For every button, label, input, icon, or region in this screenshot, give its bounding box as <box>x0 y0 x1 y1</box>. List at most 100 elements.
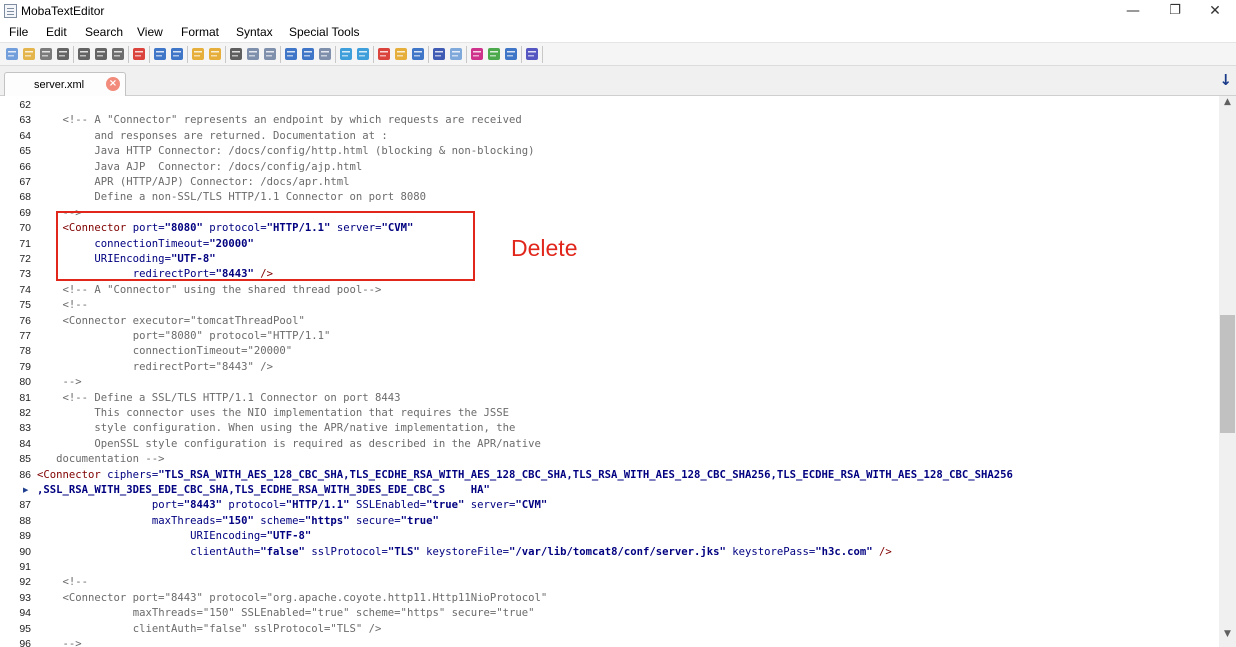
code-line: 90 clientAuth="false" sslProtocol="TLS" k… <box>0 545 1219 560</box>
menu-file[interactable]: File <box>9 25 28 39</box>
code-token: "UTF-8" <box>266 530 312 543</box>
code-text: This connector uses the NIO implementati… <box>94 406 509 421</box>
line-number: 68 <box>19 191 31 204</box>
menu-format[interactable]: Format <box>181 25 219 39</box>
code-token: <!-- A "Connector" using the shared thre… <box>62 283 382 296</box>
code-line: 93 <Connector port="8443" protocol="org.a… <box>0 591 1219 606</box>
close-window-button[interactable]: ✕ <box>1192 0 1236 22</box>
code-line: 84 OpenSSL style configuration is require… <box>0 437 1219 452</box>
code-line: 85 documentation --> <box>0 452 1219 467</box>
copy-icon[interactable] <box>245 46 261 62</box>
menu-special-tools[interactable]: Special Tools <box>289 25 360 39</box>
replace-icon[interactable] <box>317 46 333 62</box>
code-text: OpenSSL style configuration is required … <box>94 437 540 452</box>
toolbar-separator <box>542 46 543 63</box>
wrap-marker-icon: ▶ <box>23 486 29 494</box>
scroll-to-end-icon[interactable]: ↓ <box>1219 71 1232 89</box>
close-file-icon[interactable] <box>131 46 147 62</box>
scroll-up-arrow-icon[interactable]: ▲ <box>1219 97 1236 107</box>
bookmark-icon[interactable] <box>190 46 206 62</box>
line-number: 76 <box>19 314 31 327</box>
find-next-icon[interactable] <box>300 46 316 62</box>
code-line: 68 Define a non-SSL/TLS HTTP/1.1 Connecto… <box>0 190 1219 205</box>
code-token: Java AJP Connector: /docs/config/ajp.htm… <box>94 160 363 173</box>
new-file-icon[interactable] <box>4 46 20 62</box>
settings-icon[interactable] <box>503 46 519 62</box>
save-as-icon[interactable] <box>76 46 92 62</box>
find-icon[interactable] <box>283 46 299 62</box>
app-icon <box>4 4 17 18</box>
code-token: "true" <box>426 499 465 512</box>
color-icon[interactable] <box>376 46 392 62</box>
code-token: "h3c.com" <box>815 545 873 558</box>
toolbar-separator <box>521 46 522 63</box>
tab-close-icon[interactable]: × <box>106 77 120 91</box>
scroll-down-arrow-icon[interactable]: ▼ <box>1219 629 1236 639</box>
code-token: <!-- A "Connector" represents an endpoin… <box>62 114 522 127</box>
exit-icon[interactable] <box>524 46 540 62</box>
line-number: 86 <box>19 468 31 481</box>
pen-icon[interactable] <box>486 46 502 62</box>
paste-icon[interactable] <box>262 46 278 62</box>
code-text: and responses are returned. Documentatio… <box>94 129 387 144</box>
code-line: 89 URIEncoding="UTF-8" <box>0 529 1219 544</box>
title-bar: MobaTextEditor — ❐ ✕ <box>0 0 1236 22</box>
menu-search[interactable]: Search <box>85 25 123 39</box>
code-token: "8443" <box>183 499 222 512</box>
outdent-icon[interactable] <box>169 46 185 62</box>
cut-icon[interactable] <box>228 46 244 62</box>
code-line: 66 Java AJP Connector: /docs/config/ajp.h… <box>0 160 1219 175</box>
line-number: 75 <box>19 299 31 312</box>
menu-edit[interactable]: Edit <box>46 25 67 39</box>
save-all-icon[interactable] <box>93 46 109 62</box>
code-token: SSLEnabled= <box>349 499 427 512</box>
line-number: 72 <box>19 253 31 265</box>
menu-view[interactable]: View <box>137 25 163 39</box>
code-line: 96 --> <box>0 637 1219 647</box>
code-token: documentation --> <box>56 453 165 466</box>
code-token: maxThreads="150" SSLEnabled="true" schem… <box>132 607 535 620</box>
menu-syntax[interactable]: Syntax <box>236 25 273 39</box>
line-number: 85 <box>19 453 31 466</box>
indent-icon[interactable] <box>152 46 168 62</box>
paragraph-icon[interactable] <box>469 46 485 62</box>
syntax-icon[interactable] <box>393 46 409 62</box>
code-text: <!-- A "Connector" represents an endpoin… <box>63 113 522 128</box>
code-token: "false" <box>260 545 305 558</box>
code-text: <!-- <box>63 298 89 313</box>
scrollbar-thumb[interactable] <box>1220 315 1235 433</box>
code-text: connectionTimeout="20000" <box>133 344 292 359</box>
compare-icon[interactable] <box>338 46 354 62</box>
apple-icon[interactable] <box>410 46 426 62</box>
minimize-button[interactable]: — <box>1110 0 1156 22</box>
merge-icon[interactable] <box>355 46 371 62</box>
code-token: <Connector port="8443" protocol="org.apa… <box>62 591 548 604</box>
code-line: 87 port="8443" protocol="HTTP/1.1" SSLEna… <box>0 498 1219 513</box>
code-text: clientAuth="false" sslProtocol="TLS" key… <box>190 545 892 560</box>
toolbar-separator <box>73 46 74 63</box>
code-token: <!-- <box>62 299 89 312</box>
print-icon[interactable] <box>110 46 126 62</box>
code-line: 74 <!-- A "Connector" using the shared th… <box>0 283 1219 298</box>
line-number: 91 <box>19 561 31 573</box>
undo-icon[interactable] <box>431 46 447 62</box>
code-token: OpenSSL style configuration is required … <box>94 437 541 450</box>
code-text: style configuration. When using the APR/… <box>94 421 515 436</box>
editor-area[interactable]: 62 63 <!-- A "Connector" represents an end… <box>0 96 1219 647</box>
line-number: 82 <box>19 407 31 419</box>
line-number: 77 <box>19 330 31 342</box>
line-number: 89 <box>19 530 31 543</box>
code-line: 78 connectionTimeout="20000" <box>0 344 1219 359</box>
code-token: keystorePass= <box>725 545 816 558</box>
bookmark-next-icon[interactable] <box>207 46 223 62</box>
code-line: 79 redirectPort="8443" /> <box>0 360 1219 375</box>
redo-icon[interactable] <box>448 46 464 62</box>
save-icon[interactable] <box>55 46 71 62</box>
history-icon[interactable] <box>38 46 54 62</box>
tab-server-xml[interactable]: server.xml × <box>4 72 126 96</box>
code-line: 95 clientAuth="false" sslProtocol="TLS" /… <box>0 622 1219 637</box>
open-folder-icon[interactable] <box>21 46 37 62</box>
code-token: /> <box>872 545 892 558</box>
line-number: 74 <box>19 283 31 296</box>
code-line: 82 This connector uses the NIO implementa… <box>0 406 1219 421</box>
